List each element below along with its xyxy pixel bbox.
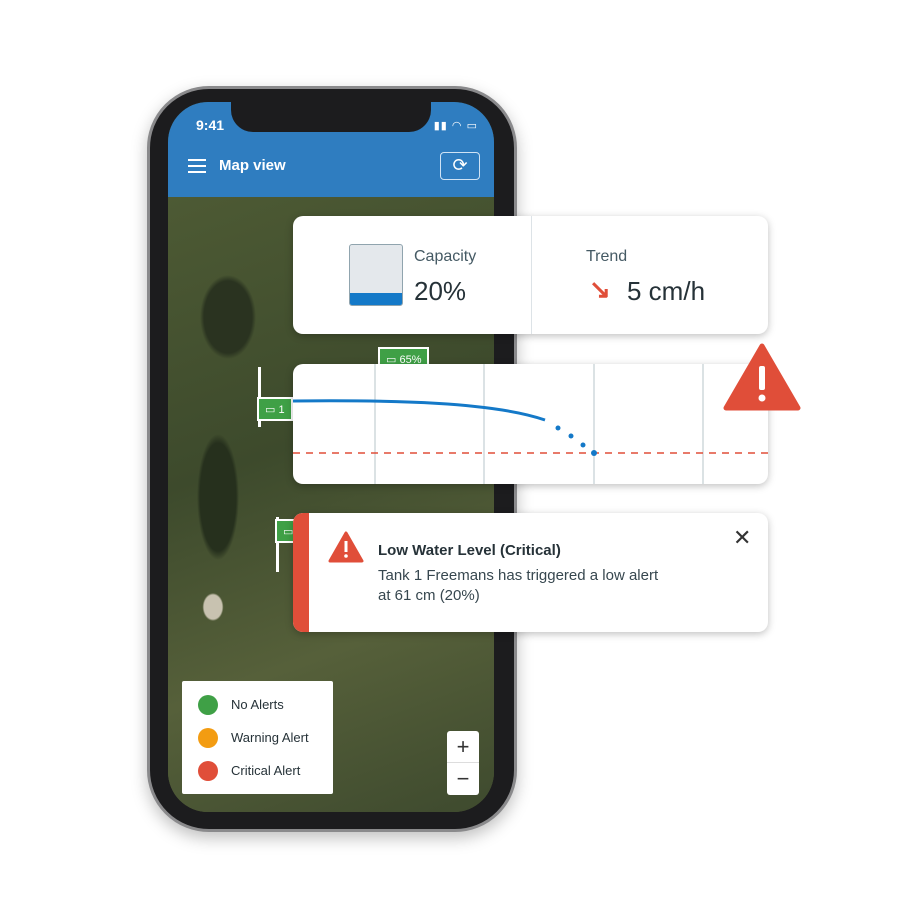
status-icons: ▮▮ ◠ ▭ — [434, 119, 478, 132]
alert-title: Low Water Level (Critical) — [378, 542, 561, 559]
forecast-point — [580, 442, 586, 448]
forecast-point — [568, 433, 574, 439]
legend-item-warning: Warning Alert — [198, 721, 333, 754]
tank-icon — [349, 244, 403, 306]
battery-icon: ▭ — [466, 120, 478, 132]
notch — [231, 102, 431, 132]
capacity-label: Capacity — [414, 248, 477, 265]
capacity-trend-card: Capacity 20% Trend ↘ 5 cm/h — [293, 216, 768, 334]
alert-notification: Low Water Level (Critical) Tank 1 Freema… — [293, 513, 768, 632]
legend-item-critical: Critical Alert — [198, 754, 333, 787]
legend-label: No Alerts — [231, 697, 284, 712]
refresh-button[interactable]: ⟳ — [440, 152, 480, 180]
trend-label: Trend — [586, 248, 628, 265]
app-header: 9:41 ▮▮ ◠ ▭ Map view ⟳ — [168, 102, 494, 197]
red-dot-icon — [198, 760, 218, 781]
level-chart — [293, 364, 768, 484]
status-time: 9:41 — [196, 117, 225, 133]
alert-message: at 61 cm (20%) — [378, 587, 480, 604]
alert-message: Tank 1 Freemans has triggered a low aler… — [378, 567, 659, 584]
legend-label: Critical Alert — [231, 763, 301, 778]
divider — [531, 216, 532, 334]
marker-label: 1 — [278, 404, 285, 416]
wifi-icon: ◠ — [451, 120, 463, 132]
zoom-controls: + − — [447, 731, 479, 795]
level-line — [293, 399, 546, 422]
legend-item-no-alerts: No Alerts — [198, 688, 333, 721]
capacity-value: 20% — [414, 276, 467, 306]
forecast-point — [591, 450, 597, 456]
arrow-down-right-icon: ↘ — [589, 274, 611, 304]
trend-value: 5 cm/h — [627, 276, 706, 306]
map-marker[interactable]: ▭ 1 — [257, 397, 293, 421]
zoom-out-button[interactable]: − — [447, 763, 479, 795]
refresh-icon: ⟳ — [452, 155, 468, 175]
warning-icon — [328, 531, 364, 563]
forecast-point — [555, 425, 561, 431]
zoom-in-button[interactable]: + — [447, 731, 479, 763]
warning-triangle-icon — [723, 343, 801, 411]
page-title: Map view — [219, 157, 286, 174]
level-chart-card — [293, 364, 768, 484]
hamburger-icon[interactable] — [188, 159, 206, 173]
legend-label: Warning Alert — [231, 730, 309, 745]
alert-color-bar — [293, 513, 309, 632]
tank-fill — [350, 293, 402, 305]
signal-icon: ▮▮ — [433, 120, 448, 132]
close-icon[interactable]: ✕ — [733, 525, 751, 551]
green-dot-icon — [198, 694, 218, 715]
map-legend: No Alerts Warning Alert Critical Alert — [182, 681, 333, 794]
orange-dot-icon — [198, 727, 218, 748]
